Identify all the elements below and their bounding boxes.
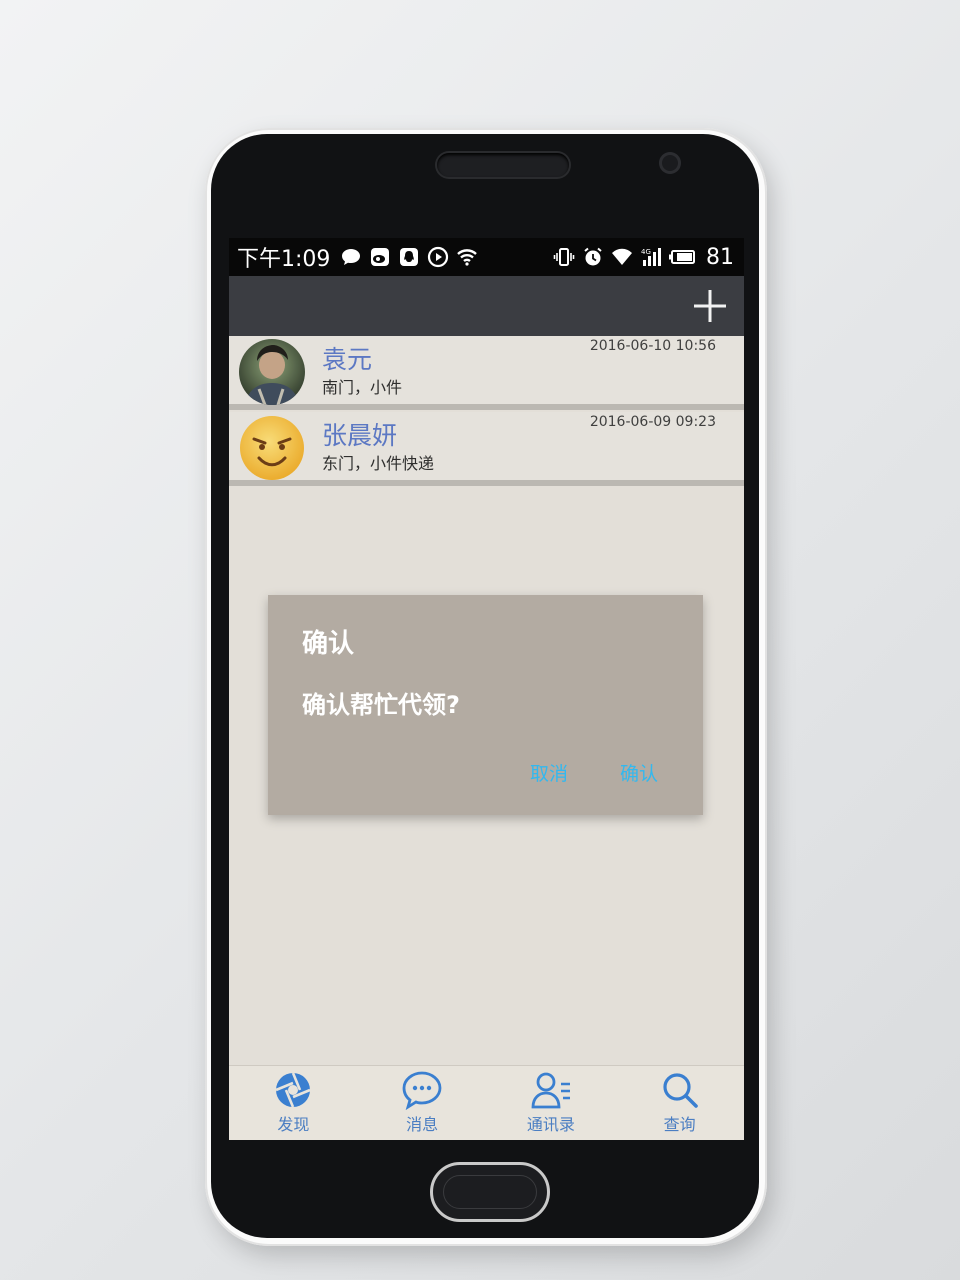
- weibo-icon: [369, 246, 391, 268]
- tab-messages[interactable]: 消息: [358, 1066, 487, 1140]
- wifi-icon: [456, 246, 478, 268]
- confirm-button[interactable]: 确认: [616, 755, 662, 790]
- earpiece-speaker: [437, 153, 569, 177]
- dialog-message: 确认帮忙代领?: [302, 691, 460, 719]
- screen: 下午1:09 4G 81 袁元 南门，小件 2016-06-10 10:56 张…: [229, 238, 744, 1140]
- confirm-dialog: 确认 确认帮忙代领? 取消 确认: [268, 595, 703, 815]
- tab-label: 消息: [406, 1115, 439, 1134]
- search-icon: [659, 1070, 701, 1110]
- alarm-icon: [582, 246, 604, 268]
- tab-discover[interactable]: 发现: [229, 1066, 358, 1140]
- message-icon: [340, 246, 362, 268]
- add-button[interactable]: [690, 286, 730, 326]
- dialog-title: 确认: [302, 629, 355, 659]
- svg-text:4G: 4G: [641, 248, 651, 256]
- home-button[interactable]: [430, 1162, 550, 1222]
- vibrate-icon: [553, 246, 575, 268]
- signal-4g-icon: 4G: [640, 246, 662, 268]
- status-right-icons: 4G 81: [553, 245, 734, 270]
- app-header: [229, 276, 744, 336]
- play-icon: [427, 246, 449, 268]
- home-button-inner: [443, 1175, 537, 1209]
- contacts-icon: [530, 1070, 572, 1110]
- qq-icon: [398, 246, 420, 268]
- status-bar: 下午1:09 4G 81: [229, 238, 744, 276]
- front-camera: [659, 152, 681, 174]
- bottom-tab-bar: 发现 消息 通讯录 查询: [229, 1065, 744, 1140]
- aperture-icon: [272, 1070, 314, 1110]
- tab-search[interactable]: 查询: [615, 1066, 744, 1140]
- plus-icon: [694, 290, 726, 322]
- tab-label: 发现: [277, 1115, 310, 1134]
- tab-label: 查询: [663, 1115, 696, 1134]
- tab-label: 通讯录: [526, 1115, 575, 1134]
- chat-bubble-icon: [401, 1070, 443, 1111]
- tab-contacts[interactable]: 通讯录: [487, 1066, 616, 1140]
- cancel-button[interactable]: 取消: [526, 755, 572, 790]
- status-time: 下午1:09: [237, 247, 331, 272]
- wifi-icon: [611, 246, 633, 268]
- battery-icon: [669, 246, 697, 268]
- status-left-icons: [340, 246, 478, 268]
- battery-percentage: 81: [706, 244, 734, 270]
